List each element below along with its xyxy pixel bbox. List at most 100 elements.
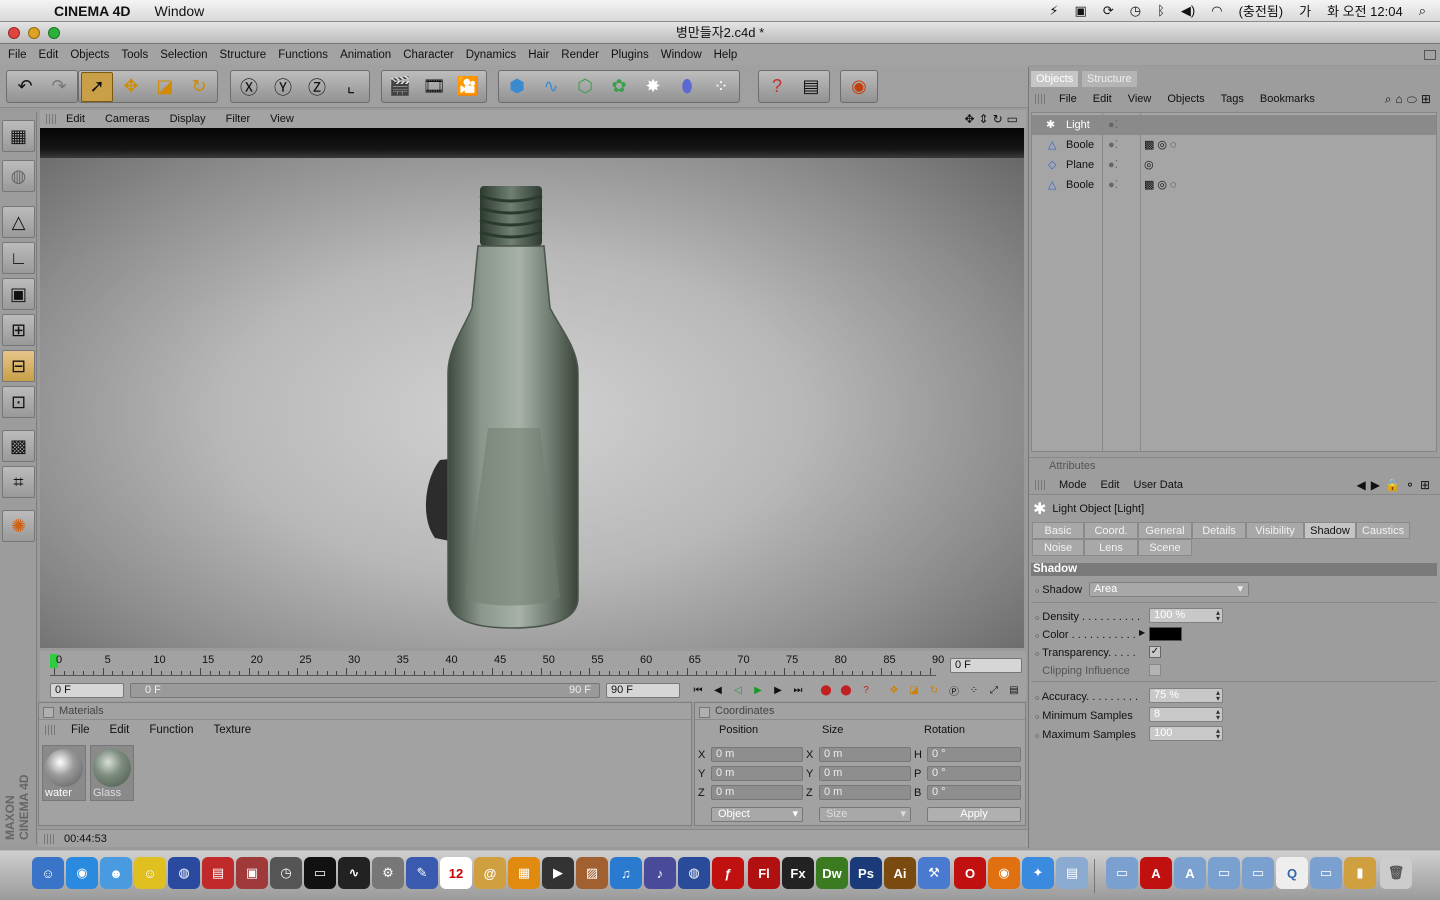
- menu-structure[interactable]: Structure: [220, 49, 267, 61]
- documents-icon[interactable]: ▤: [1056, 857, 1088, 889]
- pos-x-field[interactable]: 0 m: [711, 747, 803, 762]
- pos-y-field[interactable]: 0 m: [711, 766, 803, 781]
- render-region-icon[interactable]: 🎞: [418, 72, 450, 102]
- illustrator-icon[interactable]: Ai: [884, 857, 916, 889]
- tab-noise[interactable]: Noise: [1032, 539, 1084, 556]
- opera-icon[interactable]: O: [954, 857, 986, 889]
- transparency-checkbox[interactable]: ✓: [1149, 646, 1161, 658]
- visibility-dots-icon[interactable]: ●⁚: [1108, 115, 1118, 135]
- flash-app-icon[interactable]: Fl: [748, 857, 780, 889]
- photoshop-icon[interactable]: Ps: [850, 857, 882, 889]
- obj-menu-bookmarks[interactable]: Bookmarks: [1260, 93, 1315, 105]
- object-axis-mode-icon[interactable]: ⊟: [2, 350, 35, 382]
- mat-menu-texture[interactable]: Texture: [213, 724, 251, 736]
- screens-icon[interactable]: ▣: [236, 857, 268, 889]
- material-tag-icon[interactable]: ◎: [1144, 155, 1154, 175]
- cube-icon[interactable]: ⬢: [501, 72, 533, 102]
- key-rotation-icon[interactable]: ↻: [926, 683, 942, 698]
- activity-monitor-icon[interactable]: ∿: [338, 857, 370, 889]
- docs-folder-icon[interactable]: ▭: [1208, 857, 1240, 889]
- scale-icon[interactable]: ◪: [149, 72, 181, 102]
- color-expand-icon[interactable]: ▶: [1139, 628, 1145, 637]
- coord-mode-select[interactable]: Object ▾: [711, 807, 803, 822]
- fx-app-icon[interactable]: Fx: [782, 857, 814, 889]
- object-row[interactable]: △ Boole ●⁚ ▩◎◌: [1032, 135, 1436, 155]
- obj-menu-file[interactable]: File: [1059, 93, 1077, 105]
- input-method-icon[interactable]: 가: [1299, 1, 1311, 20]
- sculpt-icon[interactable]: ✺: [2, 510, 35, 542]
- mac-menu-window[interactable]: Window: [155, 3, 205, 19]
- viewport-nav-icons[interactable]: ✥⇕↻▭: [964, 112, 1022, 126]
- bottle-file-icon[interactable]: ▮: [1344, 857, 1376, 889]
- texture-mode-icon[interactable]: ⊞: [2, 314, 35, 346]
- apply-button[interactable]: Apply: [927, 807, 1021, 822]
- current-frame-field[interactable]: 0 F: [950, 658, 1022, 673]
- app-name-menu[interactable]: CINEMA 4D: [54, 3, 131, 19]
- nurbs-icon[interactable]: ⬡: [569, 72, 601, 102]
- wifi-icon[interactable]: ◠: [1211, 3, 1222, 19]
- obj-menu-objects[interactable]: Objects: [1167, 93, 1204, 105]
- help-icon[interactable]: ?: [761, 72, 793, 102]
- x-axis-icon[interactable]: Ⓧ: [233, 72, 265, 102]
- polygons-mode-icon[interactable]: ▣: [2, 278, 35, 310]
- tab-objects[interactable]: Objects: [1031, 71, 1079, 87]
- rot-p-field[interactable]: 0 °: [927, 766, 1021, 781]
- workplane-icon[interactable]: ⌗: [2, 466, 35, 498]
- clock[interactable]: 화 오전 12:04: [1327, 1, 1403, 20]
- mat-menu-file[interactable]: File: [71, 724, 90, 736]
- vp-menu-cameras[interactable]: Cameras: [105, 113, 150, 125]
- iphoto-icon[interactable]: ▨: [576, 857, 608, 889]
- quicktime-icon[interactable]: Q: [1276, 857, 1308, 889]
- attr-menu-mode[interactable]: Mode: [1059, 479, 1087, 491]
- move-icon[interactable]: ✥: [115, 72, 147, 102]
- material-swatch-water[interactable]: water: [42, 745, 86, 801]
- time-machine-dock-icon[interactable]: ◷: [270, 857, 302, 889]
- attributes-grip-icon[interactable]: [1035, 479, 1047, 490]
- terminal-icon[interactable]: ▭: [304, 857, 336, 889]
- key-pla-icon[interactable]: ⁘: [966, 683, 982, 698]
- obj-menu-tags[interactable]: Tags: [1221, 93, 1244, 105]
- obj-menu-view[interactable]: View: [1128, 93, 1152, 105]
- menu-hair[interactable]: Hair: [528, 49, 549, 61]
- play-forward-icon[interactable]: ▶: [750, 683, 766, 698]
- rot-b-field[interactable]: 0 °: [927, 785, 1021, 800]
- firefox-icon[interactable]: ◉: [988, 857, 1020, 889]
- tab-details[interactable]: Details: [1192, 522, 1246, 539]
- preview-icon[interactable]: ✎: [406, 857, 438, 889]
- attr-menu-user-data[interactable]: User Data: [1134, 479, 1184, 491]
- menu-plugins[interactable]: Plugins: [611, 49, 649, 61]
- scheme-icon[interactable]: ▤: [1006, 683, 1022, 698]
- timeline-ruler[interactable]: 0 5 10 15 20 25 30 35 40 45 50 55 60 65 70 75 80 85 90 0 F: [40, 651, 1026, 681]
- trash-icon[interactable]: 🗑: [1380, 857, 1412, 889]
- downloads-folder-icon[interactable]: ▭: [1242, 857, 1274, 889]
- array-icon[interactable]: ✿: [603, 72, 635, 102]
- mail-icon[interactable]: @: [474, 857, 506, 889]
- spline-icon[interactable]: ∿: [535, 72, 567, 102]
- visibility-dots-icon[interactable]: ●⁚: [1108, 175, 1118, 195]
- render-view-icon[interactable]: 🎬: [384, 72, 416, 102]
- range-slider[interactable]: 0 F 90 F: [130, 683, 600, 698]
- materials-grip-icon[interactable]: [45, 725, 57, 735]
- size-y-field[interactable]: 0 m: [819, 766, 911, 781]
- menu-animation[interactable]: Animation: [340, 49, 391, 61]
- objects-search-icons[interactable]: ⌕⌂⬭⊞: [1385, 92, 1435, 107]
- z-axis-icon[interactable]: Ⓩ: [301, 72, 333, 102]
- tab-basic[interactable]: Basic: [1032, 522, 1084, 539]
- max-samples-field[interactable]: 100 ▴ ▾: [1149, 726, 1223, 741]
- y-axis-icon[interactable]: Ⓨ: [267, 72, 299, 102]
- size-x-field[interactable]: 0 m: [819, 747, 911, 762]
- sync-icon[interactable]: ⟳: [1103, 3, 1114, 19]
- accuracy-field[interactable]: 75 % ▴ ▾: [1149, 688, 1223, 703]
- dreamweaver-icon[interactable]: Dw: [816, 857, 848, 889]
- tab-lens[interactable]: Lens: [1084, 539, 1138, 556]
- folder-icon[interactable]: ▭: [1106, 857, 1138, 889]
- swf-icon[interactable]: ▦: [508, 857, 540, 889]
- render-picture-viewer-icon[interactable]: 🎦: [452, 72, 484, 102]
- redo-icon[interactable]: ↷: [43, 72, 75, 102]
- viewport-grip-icon[interactable]: [46, 114, 58, 124]
- battery-status[interactable]: (충전됨): [1239, 1, 1284, 20]
- messenger-icon[interactable]: ☺: [134, 857, 166, 889]
- attributes-nav-icons[interactable]: ◀▶🔒⚬⊞: [1356, 478, 1435, 492]
- tab-general[interactable]: General: [1138, 522, 1192, 539]
- live-selection-icon[interactable]: ➚: [81, 71, 113, 102]
